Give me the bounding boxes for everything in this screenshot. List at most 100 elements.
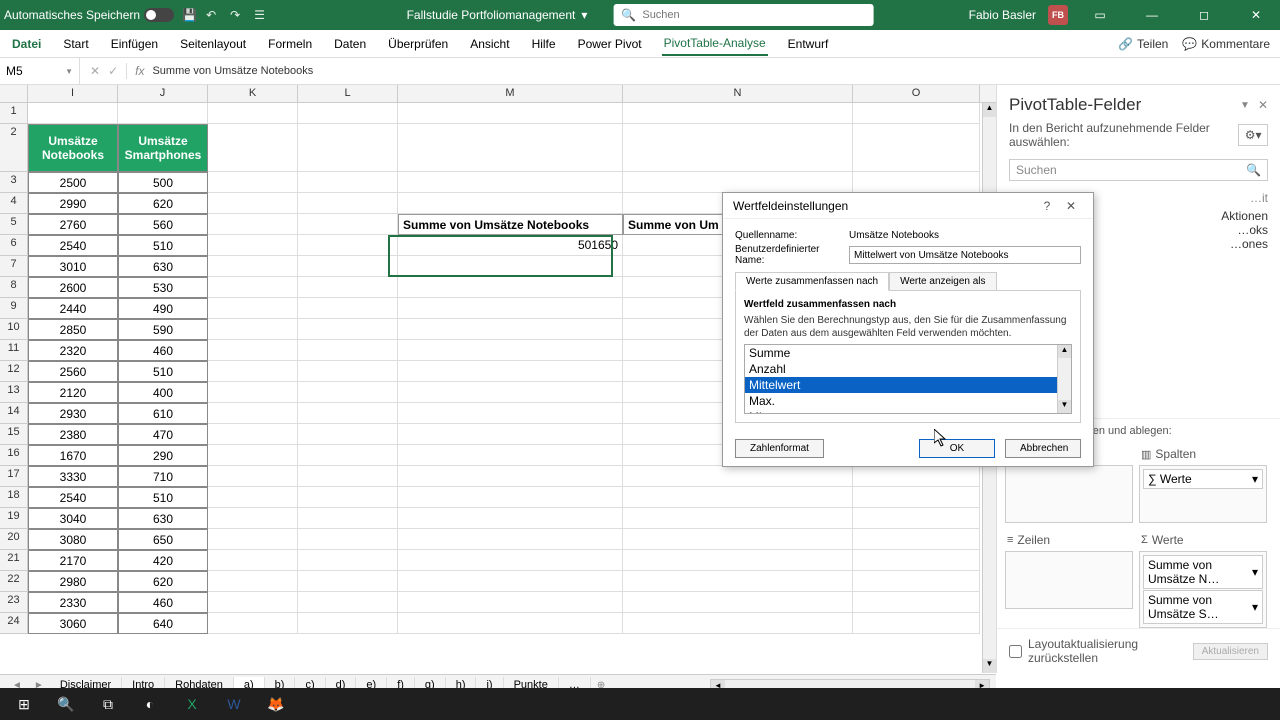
cell[interactable] [853,466,980,487]
search-box[interactable]: 🔍 [613,4,873,26]
scroll-down-icon[interactable]: ▼ [1058,400,1071,413]
cell[interactable]: 2850 [28,319,118,340]
cell[interactable] [298,529,398,550]
cell[interactable]: 560 [118,214,208,235]
close-icon[interactable]: ✕ [1236,1,1276,29]
cell[interactable]: 650 [118,529,208,550]
cell[interactable]: 610 [118,403,208,424]
cell[interactable] [398,592,623,613]
accept-formula-icon[interactable]: ✓ [108,64,118,78]
cell[interactable]: 2500 [28,172,118,193]
tab-seitenlayout[interactable]: Seitenlayout [178,33,248,55]
cell[interactable] [398,466,623,487]
cell[interactable] [398,172,623,193]
cell[interactable] [623,103,853,124]
cell[interactable] [623,124,853,172]
cell[interactable]: 290 [118,445,208,466]
cancel-button[interactable]: Abbrechen [1005,439,1081,458]
listbox-scrollbar[interactable]: ▲ ▼ [1057,345,1071,413]
cell[interactable]: 2990 [28,193,118,214]
cell[interactable]: 2120 [28,382,118,403]
tab-hilfe[interactable]: Hilfe [530,33,558,55]
listbox-item[interactable]: Anzahl [745,361,1071,377]
cell[interactable]: 510 [118,487,208,508]
cell[interactable]: 501650 [398,235,623,256]
cell[interactable] [398,571,623,592]
zone-item[interactable]: Summe von Umsätze S…▾ [1143,590,1263,624]
cell[interactable] [623,487,853,508]
cell[interactable] [298,508,398,529]
row-header[interactable]: 4 [0,193,28,214]
tab-show-as[interactable]: Werte anzeigen als [889,272,996,291]
cell[interactable] [398,445,623,466]
cell[interactable] [398,319,623,340]
number-format-button[interactable]: Zahlenformat [735,439,824,458]
row-header[interactable]: 8 [0,277,28,298]
row-header[interactable]: 22 [0,571,28,592]
cell[interactable] [208,124,298,172]
tab-ueberpruefen[interactable]: Überprüfen [386,33,450,55]
cell[interactable] [623,466,853,487]
cell[interactable]: 2170 [28,550,118,571]
cell[interactable] [298,424,398,445]
chevron-down-icon[interactable]: ▾ [581,8,587,22]
tab-summarize[interactable]: Werte zusammenfassen nach [735,272,889,291]
cell[interactable] [398,103,623,124]
cell[interactable] [298,277,398,298]
custom-name-input[interactable] [849,246,1081,264]
cell[interactable]: 2440 [28,298,118,319]
zone-values[interactable]: Summe von Umsätze N…▾ Summe von Umsätze … [1139,551,1267,628]
cell[interactable]: Umsätze Notebooks [28,124,118,172]
cell[interactable]: 640 [118,613,208,634]
column-header[interactable]: L [298,85,398,102]
cell[interactable] [623,529,853,550]
tab-daten[interactable]: Daten [332,33,368,55]
cell[interactable]: 3330 [28,466,118,487]
comments-button[interactable]: 💬 Kommentare [1182,37,1270,51]
cell[interactable]: 2330 [28,592,118,613]
defer-checkbox[interactable] [1009,645,1022,658]
cell[interactable] [208,319,298,340]
row-header[interactable]: 9 [0,298,28,319]
cell[interactable] [398,382,623,403]
cell[interactable] [208,361,298,382]
row-header[interactable]: 17 [0,466,28,487]
cell[interactable]: 490 [118,298,208,319]
field-search[interactable]: Suchen 🔍 [1009,159,1268,181]
user-name[interactable]: Fabio Basler [969,8,1036,22]
undo-icon[interactable]: ↶ [206,8,220,22]
cell[interactable] [298,319,398,340]
row-header[interactable]: 15 [0,424,28,445]
column-header[interactable]: N [623,85,853,102]
tab-datei[interactable]: Datei [10,33,43,55]
redo-icon[interactable]: ↷ [230,8,244,22]
column-header[interactable]: M [398,85,623,102]
ok-button[interactable]: OK [919,439,995,458]
row-header[interactable]: 12 [0,361,28,382]
cell[interactable]: 620 [118,571,208,592]
cell[interactable] [398,193,623,214]
cell[interactable] [298,214,398,235]
cell[interactable] [208,277,298,298]
cell[interactable] [208,424,298,445]
tab-start[interactable]: Start [61,33,90,55]
cell[interactable] [208,571,298,592]
save-icon[interactable]: 💾 [182,8,196,22]
scroll-up-icon[interactable]: ▲ [1058,345,1071,358]
row-header[interactable]: 24 [0,613,28,634]
start-menu-icon[interactable]: ⊞ [4,688,44,720]
row-header[interactable]: 1 [0,103,28,124]
app-icon[interactable]: ◐ [130,688,170,720]
cell[interactable] [298,466,398,487]
cell[interactable] [208,235,298,256]
cancel-formula-icon[interactable]: ✕ [90,64,100,78]
user-avatar[interactable]: FB [1048,5,1068,25]
calculation-listbox[interactable]: SummeAnzahlMittelwertMax.Min.Produkt ▲ ▼ [744,344,1072,414]
column-header[interactable]: J [118,85,208,102]
search-taskbar-icon[interactable]: 🔍 [46,688,86,720]
cell[interactable] [853,487,980,508]
cell[interactable]: 510 [118,235,208,256]
cell[interactable] [208,613,298,634]
cell[interactable] [208,508,298,529]
tab-powerpivot[interactable]: Power Pivot [576,33,644,55]
